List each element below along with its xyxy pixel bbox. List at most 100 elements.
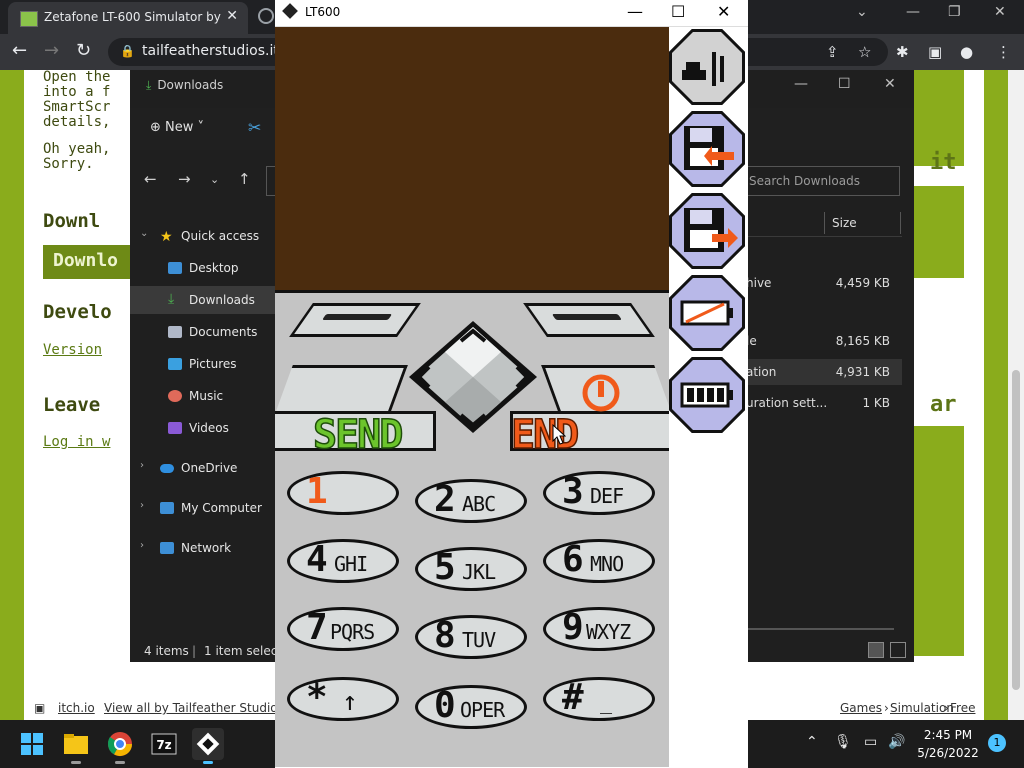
file-explorer-taskbar[interactable] xyxy=(60,728,92,764)
nav-quick-access[interactable]: ⌄ ★ Quick access xyxy=(130,222,275,250)
left-softkey[interactable] xyxy=(289,303,421,337)
details-view-icon[interactable] xyxy=(868,642,884,658)
key-star[interactable]: * ↑ xyxy=(287,677,399,721)
clock[interactable]: 2:45 PM 5/26/2022 xyxy=(910,726,986,762)
restore-icon[interactable]: ❐ xyxy=(948,4,961,20)
minimize-icon[interactable]: — xyxy=(794,76,808,92)
file-row[interactable]: le 8,165 KB xyxy=(742,328,902,354)
profile-icon[interactable]: ● xyxy=(960,43,973,61)
up-icon[interactable]: ↑ xyxy=(238,170,251,188)
nav-downloads[interactable]: ⤓ Downloads xyxy=(130,286,275,314)
explorer-search-input[interactable]: Search Downloads xyxy=(742,166,900,196)
close-window-icon[interactable]: ✕ xyxy=(994,4,1006,20)
nav-label: My Computer xyxy=(181,501,262,515)
cut-icon[interactable]: ✂ xyxy=(248,118,261,137)
share-icon[interactable]: ⇪ xyxy=(826,43,839,61)
notification-badge[interactable]: 1 xyxy=(988,734,1006,752)
key-1[interactable]: 1 xyxy=(287,471,399,515)
bookmark-star-icon[interactable]: ☆ xyxy=(858,43,871,61)
chevron-right-icon: › xyxy=(140,500,144,511)
file-row[interactable]: uration sett... 1 KB xyxy=(742,390,902,416)
tab-search-icon[interactable]: ⌄ xyxy=(856,4,868,20)
maximize-icon[interactable]: ☐ xyxy=(671,2,685,21)
tiles-view-icon[interactable] xyxy=(890,642,906,658)
key-8[interactable]: 8 TUV xyxy=(415,615,527,659)
key-hash[interactable]: # _ xyxy=(543,677,655,721)
key-7[interactable]: 7 PQRS xyxy=(287,607,399,651)
extensions-icon[interactable]: ✱ xyxy=(896,43,909,61)
back-icon[interactable]: ← xyxy=(144,170,157,188)
battery-full-button[interactable] xyxy=(669,357,745,433)
column-divider[interactable] xyxy=(900,212,901,234)
start-button[interactable] xyxy=(16,728,48,760)
nav-network[interactable]: › Network xyxy=(130,534,275,562)
back-icon[interactable]: ← xyxy=(12,40,27,61)
microphone-icon[interactable]: 🎙 xyxy=(834,734,852,750)
column-divider[interactable] xyxy=(824,212,825,234)
reload-icon[interactable]: ↻ xyxy=(76,40,91,61)
key-letters: GHI xyxy=(334,552,368,576)
close-icon[interactable]: ✕ xyxy=(717,2,730,21)
version-link[interactable]: Version xyxy=(43,342,102,358)
battery-off-button[interactable] xyxy=(669,275,745,351)
right-softkey[interactable] xyxy=(523,303,655,337)
volume-icon[interactable]: 🔊 xyxy=(888,734,905,750)
key-2[interactable]: 2 ABC xyxy=(415,479,527,523)
maximize-icon[interactable]: ☐ xyxy=(838,76,851,92)
key-0[interactable]: 0 OPER xyxy=(415,685,527,729)
close-icon[interactable]: ✕ xyxy=(884,76,896,92)
nav-pictures[interactable]: Pictures xyxy=(130,350,275,378)
d-pad[interactable] xyxy=(405,319,541,435)
key-5[interactable]: 5 JKL xyxy=(415,547,527,591)
settings-button[interactable] xyxy=(669,29,745,105)
file-row-selected[interactable]: ation 4,931 KB xyxy=(742,359,902,385)
page-scrollbar[interactable] xyxy=(1008,70,1024,720)
new-button[interactable]: ⊕ New ˅ xyxy=(150,120,204,135)
browser-tab-active[interactable]: Zetafone LT-600 Simulator by Tailfeather… xyxy=(8,2,248,34)
horizontal-scrollbar[interactable] xyxy=(742,628,894,630)
chrome-taskbar[interactable] xyxy=(104,728,136,764)
file-row[interactable]: hive 4,459 KB xyxy=(742,270,902,296)
nav-music[interactable]: Music xyxy=(130,382,275,410)
7zip-taskbar[interactable]: 7z xyxy=(148,728,180,760)
itchio-logo-icon[interactable]: ▣ xyxy=(34,701,45,715)
load-save-button[interactable] xyxy=(669,111,745,187)
login-link[interactable]: Log in w xyxy=(43,434,110,450)
nav-documents[interactable]: Documents xyxy=(130,318,275,346)
itchio-link[interactable]: itch.io xyxy=(58,701,95,715)
key-4[interactable]: 4 GHI xyxy=(287,539,399,583)
power-icon[interactable] xyxy=(579,371,623,415)
tray-overflow-icon[interactable]: ⌃ xyxy=(806,734,818,750)
key-6[interactable]: 6 MNO xyxy=(543,539,655,583)
nav-videos[interactable]: Videos xyxy=(130,414,275,442)
key-digit: 8 xyxy=(434,615,456,656)
nav-desktop[interactable]: Desktop xyxy=(130,254,275,282)
download-button[interactable]: Downlo xyxy=(43,245,143,279)
menu-icon[interactable]: ⋮ xyxy=(996,43,1011,61)
nav-my-computer[interactable]: › My Computer xyxy=(130,494,275,522)
forward-icon[interactable]: → xyxy=(44,40,59,61)
network-icon[interactable]: ▭ xyxy=(864,734,877,750)
close-tab-icon[interactable]: ✕ xyxy=(226,8,238,24)
minimize-icon[interactable]: — xyxy=(627,2,643,21)
softkey-bar xyxy=(551,314,622,320)
scrollbar-thumb[interactable] xyxy=(1012,370,1020,690)
export-save-button[interactable] xyxy=(669,193,745,269)
key-9[interactable]: 9 WXYZ xyxy=(543,607,655,651)
footer-separator: › xyxy=(884,701,889,715)
lt600-taskbar[interactable] xyxy=(192,728,224,764)
nav-onedrive[interactable]: › OneDrive xyxy=(130,454,275,482)
key-3[interactable]: 3 DEF xyxy=(543,471,655,515)
side-panel-icon[interactable]: ▣ xyxy=(928,43,942,61)
size-column-header[interactable]: Size xyxy=(832,216,857,230)
free-link[interactable]: Free xyxy=(950,701,975,715)
phone-screen[interactable] xyxy=(275,27,669,290)
view-all-link[interactable]: View all by Tailfeather Studios xyxy=(104,701,284,715)
games-link[interactable]: Games xyxy=(840,701,882,715)
minimize-icon[interactable]: — xyxy=(906,4,920,20)
forward-icon[interactable]: → xyxy=(178,170,191,188)
recent-chevron-icon[interactable]: ⌄ xyxy=(210,173,219,186)
globe-icon[interactable] xyxy=(258,8,274,24)
key-digit: 5 xyxy=(434,547,456,588)
nav-label: Network xyxy=(181,541,232,555)
